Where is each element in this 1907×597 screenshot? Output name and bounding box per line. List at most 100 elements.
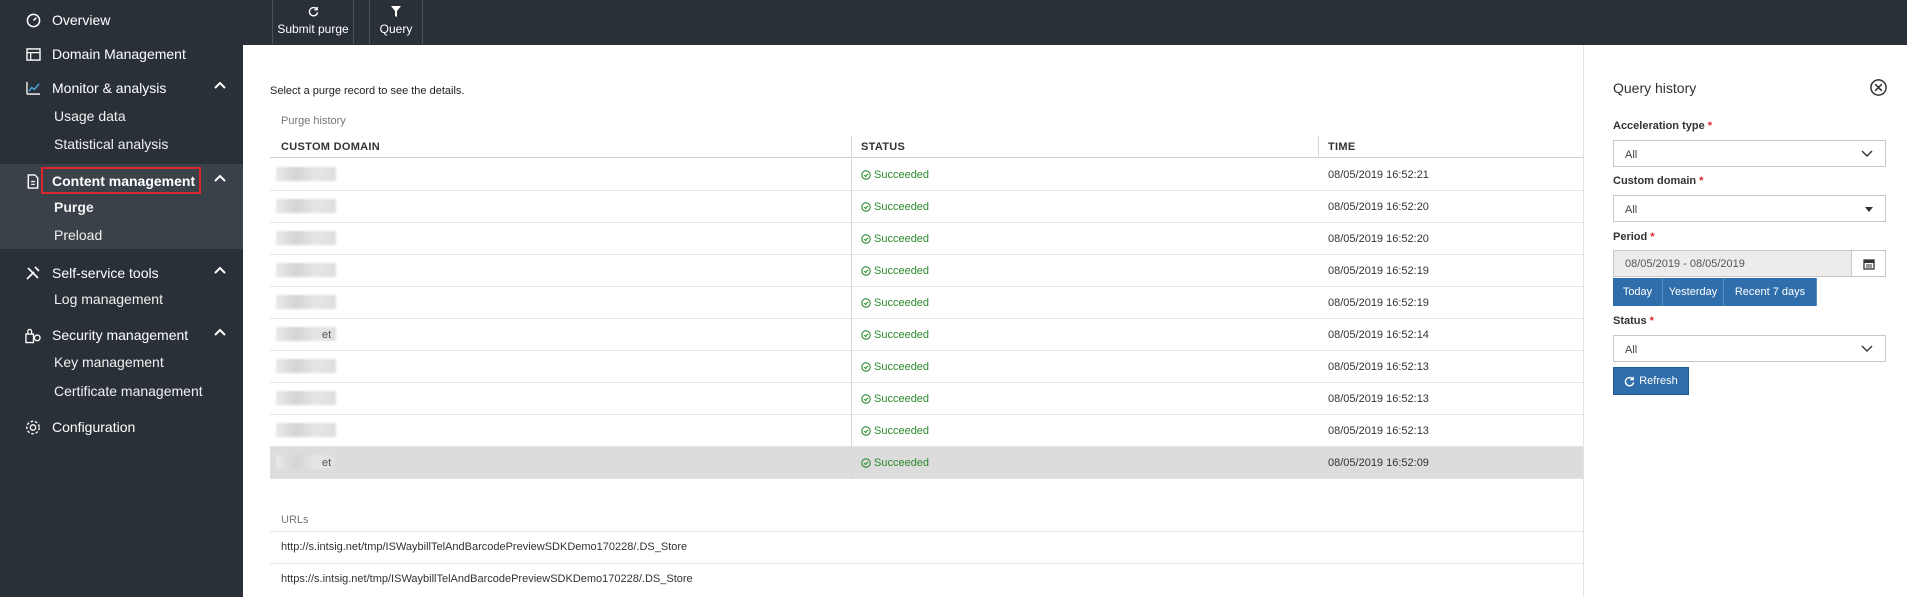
column-divider	[851, 383, 852, 415]
check-circle-icon	[861, 458, 871, 468]
security-icon	[25, 327, 41, 343]
query-history-panel: Query history Acceleration type * All Cus…	[1583, 45, 1907, 597]
column-divider	[851, 191, 852, 223]
redacted-domain	[276, 231, 336, 245]
calendar-button[interactable]	[1851, 251, 1885, 276]
time-cell: 08/05/2019 16:52:19	[1328, 297, 1429, 309]
sidebar-item-statistical-analysis[interactable]: Statistical analysis	[54, 136, 168, 152]
sidebar: Overview Domain Management Monitor & ana…	[0, 0, 243, 597]
refresh-label: Refresh	[1639, 375, 1678, 387]
chevron-up-icon[interactable]	[214, 81, 226, 89]
refresh-button[interactable]: Refresh	[1613, 367, 1689, 395]
urls-title: URLs	[281, 514, 309, 526]
monitor-icon	[25, 80, 41, 96]
recent-7-days-button[interactable]: Recent 7 days	[1724, 278, 1817, 306]
nav-domain-management-label: Domain Management	[52, 46, 186, 62]
check-circle-icon	[861, 394, 871, 404]
filter-icon	[370, 6, 422, 22]
nav-overview-label: Overview	[52, 12, 111, 28]
sidebar-item-key-management[interactable]: Key management	[54, 354, 164, 370]
acceleration-type-value: All	[1625, 149, 1638, 161]
nav-monitor-analysis[interactable]: Monitor & analysis	[0, 75, 243, 101]
check-circle-icon	[861, 330, 871, 340]
column-divider[interactable]	[1318, 136, 1319, 158]
status-cell: Succeeded	[861, 457, 929, 469]
redacted-domain	[276, 263, 336, 277]
check-circle-icon	[861, 426, 871, 436]
table-row[interactable]: Succeeded 08/05/2019 16:52:19	[270, 287, 1583, 319]
nav-overview[interactable]: Overview	[0, 7, 243, 33]
redacted-domain	[276, 391, 336, 405]
redacted-domain	[276, 295, 336, 309]
submit-purge-label: Submit purge	[277, 22, 349, 36]
status-text: Succeeded	[874, 361, 930, 373]
acceleration-type-select[interactable]: All	[1613, 140, 1886, 167]
required-mark: *	[1650, 231, 1655, 243]
time-cell: 08/05/2019 16:52:20	[1328, 201, 1429, 213]
status-cell: Succeeded	[861, 201, 929, 213]
status-text: Succeeded	[874, 169, 930, 181]
table-row[interactable]: Succeeded 08/05/2019 16:52:19	[270, 255, 1583, 287]
close-icon[interactable]	[1869, 78, 1888, 97]
chevron-up-icon[interactable]	[214, 174, 226, 182]
table-row[interactable]: Succeeded 08/05/2019 16:52:21	[270, 159, 1583, 191]
nav-configuration-label: Configuration	[52, 419, 136, 435]
submit-purge-button[interactable]: Submit purge	[272, 0, 354, 44]
nav-self-service-tools[interactable]: Self-service tools	[0, 260, 243, 286]
check-circle-icon	[861, 170, 871, 180]
sidebar-item-log-management[interactable]: Log management	[54, 291, 163, 307]
table-row[interactable]: Succeeded 08/05/2019 16:52:13	[270, 415, 1583, 447]
panel-title: Query history	[1613, 80, 1697, 96]
sidebar-item-certificate-management[interactable]: Certificate management	[54, 383, 203, 399]
column-divider[interactable]	[851, 136, 852, 158]
sidebar-item-preload[interactable]: Preload	[54, 227, 102, 243]
table-row[interactable]: Succeeded 08/05/2019 16:52:20	[270, 223, 1583, 255]
gear-icon	[25, 419, 41, 435]
table-header: CUSTOM DOMAIN STATUS TIME	[270, 136, 1583, 158]
today-button[interactable]: Today	[1613, 278, 1663, 306]
nav-monitor-analysis-label: Monitor & analysis	[52, 80, 167, 96]
table-row[interactable]: Succeeded 08/05/2019 16:52:13	[270, 351, 1583, 383]
table-row[interactable]: Succeeded 08/05/2019 16:52:20	[270, 191, 1583, 223]
required-mark: *	[1707, 120, 1712, 132]
column-divider	[851, 319, 852, 351]
query-button[interactable]: Query	[369, 0, 423, 44]
sidebar-item-purge[interactable]: Purge	[54, 199, 94, 215]
status-value: All	[1625, 344, 1638, 356]
nav-security-management[interactable]: Security management	[0, 322, 243, 348]
status-cell: Succeeded	[861, 329, 929, 341]
chevron-up-icon[interactable]	[214, 266, 226, 274]
custom-domain-select[interactable]: All	[1613, 195, 1886, 222]
status-cell: Succeeded	[861, 169, 929, 181]
nav-configuration[interactable]: Configuration	[0, 414, 243, 440]
period-picker[interactable]: 08/05/2019 - 08/05/2019	[1613, 250, 1886, 277]
nav-domain-management[interactable]: Domain Management	[0, 41, 243, 67]
status-select[interactable]: All	[1613, 335, 1886, 362]
yesterday-button[interactable]: Yesterday	[1663, 278, 1724, 306]
sidebar-item-usage-data[interactable]: Usage data	[54, 108, 126, 124]
table-row[interactable]: Succeeded 08/05/2019 16:52:13	[270, 383, 1583, 415]
column-header-custom-domain[interactable]: CUSTOM DOMAIN	[281, 141, 380, 153]
purge-history-title: Purge history	[281, 115, 346, 127]
table-row[interactable]: et Succeeded 08/05/2019 16:52:14	[270, 319, 1583, 351]
domain-cell: et	[322, 457, 332, 469]
hint-text: Select a purge record to see the details…	[270, 85, 465, 97]
caret-down-icon	[1865, 207, 1873, 212]
time-cell: 08/05/2019 16:52:13	[1328, 425, 1429, 437]
time-cell: 08/05/2019 16:52:14	[1328, 329, 1429, 341]
table-row[interactable]: et Succeeded 08/05/2019 16:52:09	[270, 447, 1583, 479]
column-header-status[interactable]: STATUS	[861, 141, 905, 153]
column-header-time[interactable]: TIME	[1328, 141, 1355, 153]
column-divider	[851, 415, 852, 447]
chevron-up-icon[interactable]	[214, 328, 226, 336]
query-label: Query	[379, 22, 413, 36]
period-label-text: Period	[1613, 231, 1648, 243]
custom-domain-value: All	[1625, 204, 1638, 216]
url-row[interactable]: https://s.intsig.net/tmp/ISWaybillTelAnd…	[270, 563, 1583, 595]
acceleration-type-label: Acceleration type *	[1613, 120, 1712, 132]
chevron-down-icon	[1861, 345, 1873, 352]
highlight-box	[41, 167, 201, 194]
url-row[interactable]: http://s.intsig.net/tmp/ISWaybillTelAndB…	[270, 531, 1583, 563]
domain-cell: et	[322, 329, 332, 341]
status-cell: Succeeded	[861, 393, 929, 405]
